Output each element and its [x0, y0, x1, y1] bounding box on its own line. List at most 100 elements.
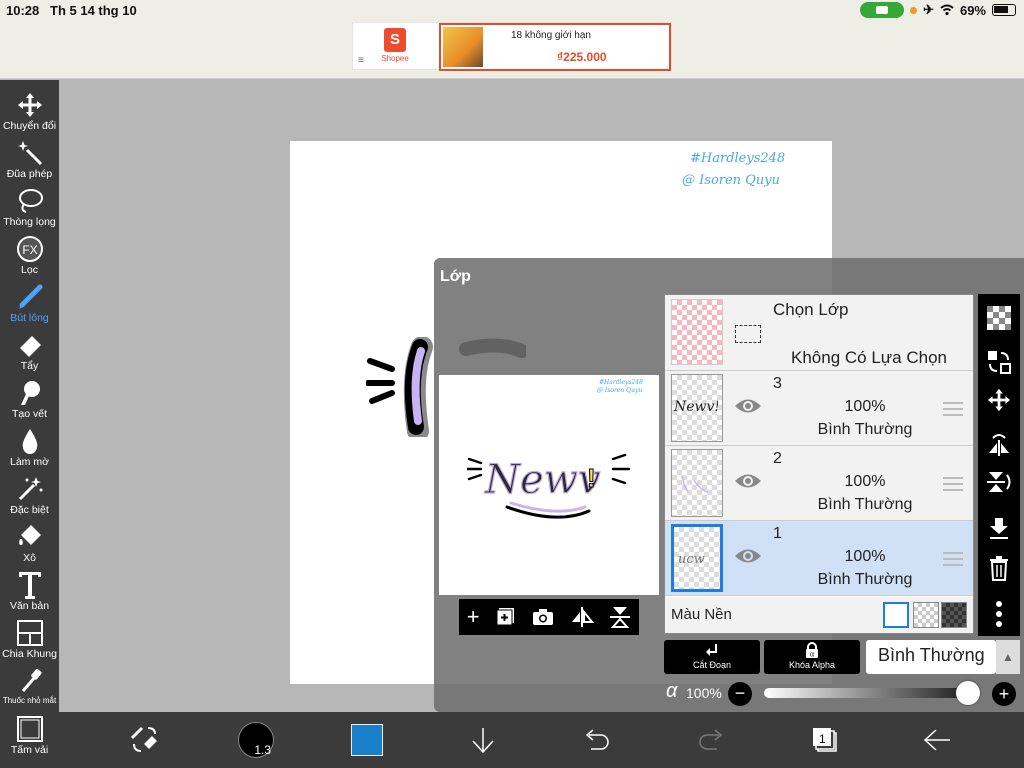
shopee-logo[interactable]: S Shopee ≡ — [357, 25, 433, 69]
layer-row-selected[interactable]: ucw 1 100% Bình Thường — [665, 521, 973, 596]
opacity-slider[interactable] — [764, 688, 964, 698]
brush-icon — [18, 284, 42, 309]
tool-blur[interactable]: Làm mờ — [0, 426, 59, 468]
more-options-button[interactable] — [978, 598, 1020, 630]
layer-list: Chọn Lớp Không Có Lựa Chọn Newv! 3 100% … — [664, 294, 974, 634]
status-right: ✈ 69% — [860, 2, 1016, 18]
flip-vertical-icon[interactable] — [609, 605, 631, 629]
tool-sidebar: Chuyển đổi Đũa phép Thòng lọng FX Lọc Bú… — [0, 80, 59, 768]
selection-title: Chọn Lớp — [773, 300, 849, 319]
eye-icon[interactable] — [733, 470, 763, 492]
swap-layers-icon — [988, 351, 1011, 374]
drag-handle-icon[interactable] — [943, 551, 963, 567]
alpha-symbol: α — [666, 680, 678, 702]
tool-eraser[interactable]: Tẩy — [0, 330, 59, 372]
clip-label: Cắt Đoạn — [692, 660, 732, 670]
drag-handle-icon[interactable] — [943, 476, 963, 492]
tool-lasso[interactable]: Thòng lọng — [0, 186, 59, 228]
back-button[interactable] — [919, 722, 955, 758]
alpha-lock-button[interactable]: α Khóa Alpha — [764, 640, 860, 674]
tool-special[interactable]: Đặc biệt — [0, 474, 59, 516]
color-swatch-button[interactable] — [349, 722, 385, 758]
svg-text:Newv!: Newv! — [673, 399, 718, 415]
shopee-bag-icon: S — [384, 28, 406, 52]
camera-icon[interactable] — [532, 607, 554, 627]
add-layer-button[interactable]: + — [467, 604, 480, 630]
blend-mode-arrow-icon[interactable]: ▲ — [996, 640, 1020, 674]
eye-icon[interactable] — [733, 395, 763, 417]
flip-layer-horizontal-button[interactable] — [978, 428, 1020, 460]
background-white-swatch[interactable] — [883, 602, 909, 628]
opacity-decrease-button[interactable]: − — [728, 682, 752, 706]
clip-button[interactable]: Cắt Đoạn — [664, 640, 760, 674]
tool-transform[interactable]: Chuyển đổi — [0, 90, 59, 132]
svg-text:ucw: ucw — [678, 552, 705, 567]
background-dark-swatch[interactable] — [941, 602, 967, 628]
undo-icon — [585, 729, 609, 750]
layer-selection-row[interactable]: Chọn Lớp Không Có Lựa Chọn — [665, 295, 973, 371]
preview-artwork: Newv ! — [467, 453, 631, 519]
battery-percent: 69% — [959, 2, 986, 18]
redo-button[interactable] — [693, 722, 729, 758]
tool-smudge[interactable]: Tạo vết — [0, 378, 59, 420]
tool-label: Tấm vải — [10, 744, 49, 756]
status-time: 10:28 — [6, 3, 40, 18]
ad-banner[interactable]: S Shopee ≡ 18 không giới hạn ₫225.000 — [352, 22, 672, 71]
layer-number: 2 — [773, 450, 782, 467]
wifi-icon — [940, 4, 954, 16]
ad-product[interactable]: 18 không giới hạn ₫225.000 — [439, 23, 671, 71]
tool-label: Chuyển đổi — [2, 120, 57, 132]
layer-number: 1 — [773, 525, 782, 542]
bucket-icon — [18, 525, 41, 545]
transfer-layer-button[interactable] — [978, 346, 1020, 378]
layer-row[interactable]: 2 100% Bình Thường — [665, 446, 973, 521]
pen-eraser-icon — [130, 726, 157, 752]
layer-thumbnail: ucw — [671, 524, 723, 592]
ad-product-price: ₫225.000 — [557, 50, 607, 64]
ad-banner-bar: S Shopee ≡ 18 không giới hạn ₫225.000 — [0, 22, 1024, 79]
layer-count: 1 — [819, 732, 826, 746]
status-date: Th 5 14 thg 10 — [50, 3, 137, 18]
add-copy-layer-icon[interactable] — [495, 606, 517, 628]
blend-mode-select[interactable]: Bình Thường — [866, 640, 996, 674]
flip-horizontal-icon[interactable] — [570, 606, 594, 628]
tool-filter[interactable]: FX Lọc — [0, 234, 59, 276]
special-icon — [18, 477, 42, 501]
opacity-increase-button[interactable]: + — [992, 682, 1016, 706]
eye-icon[interactable] — [733, 545, 763, 567]
tool-brush[interactable]: Bút lông — [0, 282, 59, 324]
pen-eraser-toggle-button[interactable] — [125, 722, 161, 758]
brush-size-value: 1.3 — [254, 743, 271, 757]
delete-layer-button[interactable] — [978, 552, 1020, 584]
tool-frame-divider[interactable]: Chia Khung — [0, 618, 59, 660]
tool-text[interactable]: Văn bản — [0, 570, 59, 612]
smudge-icon — [20, 381, 40, 405]
move-layer-button[interactable] — [978, 384, 1020, 416]
svg-text:!: ! — [587, 463, 596, 493]
layer-row[interactable]: Newv! 3 100% Bình Thường — [665, 371, 973, 446]
tool-label: Xô — [23, 552, 36, 564]
merge-down-icon — [990, 518, 1008, 539]
undo-button[interactable] — [579, 722, 615, 758]
background-transparent-swatch[interactable] — [913, 602, 939, 628]
trash-icon — [990, 556, 1008, 581]
preview-signature-line2: @ Isoren Quyu — [597, 387, 643, 394]
svg-text:α: α — [810, 652, 814, 659]
tool-eyedropper[interactable]: Thuốc nhỏ mắt — [0, 666, 59, 705]
move-down-button[interactable] — [465, 722, 501, 758]
background-color-row: Màu Nền — [665, 597, 973, 633]
tool-magic-wand[interactable]: Đũa phép — [0, 138, 59, 180]
layer-number: 3 — [773, 375, 782, 392]
tool-bucket[interactable]: Xô — [0, 522, 59, 564]
opacity-slider-knob[interactable] — [956, 681, 980, 705]
background-label: Màu Nền — [671, 606, 732, 623]
canvas-icon — [16, 716, 43, 742]
merge-down-button[interactable] — [978, 512, 1020, 544]
layer-thumbnail — [671, 449, 723, 517]
flip-layer-vertical-button[interactable] — [978, 466, 1020, 498]
checker-layer-button[interactable] — [978, 302, 1020, 334]
drag-handle-icon[interactable] — [943, 401, 963, 417]
tool-canvas[interactable]: Tấm vải — [0, 714, 59, 756]
layers-button[interactable]: 1 — [807, 722, 843, 758]
brush-size-button[interactable]: 1.3 — [235, 722, 277, 758]
